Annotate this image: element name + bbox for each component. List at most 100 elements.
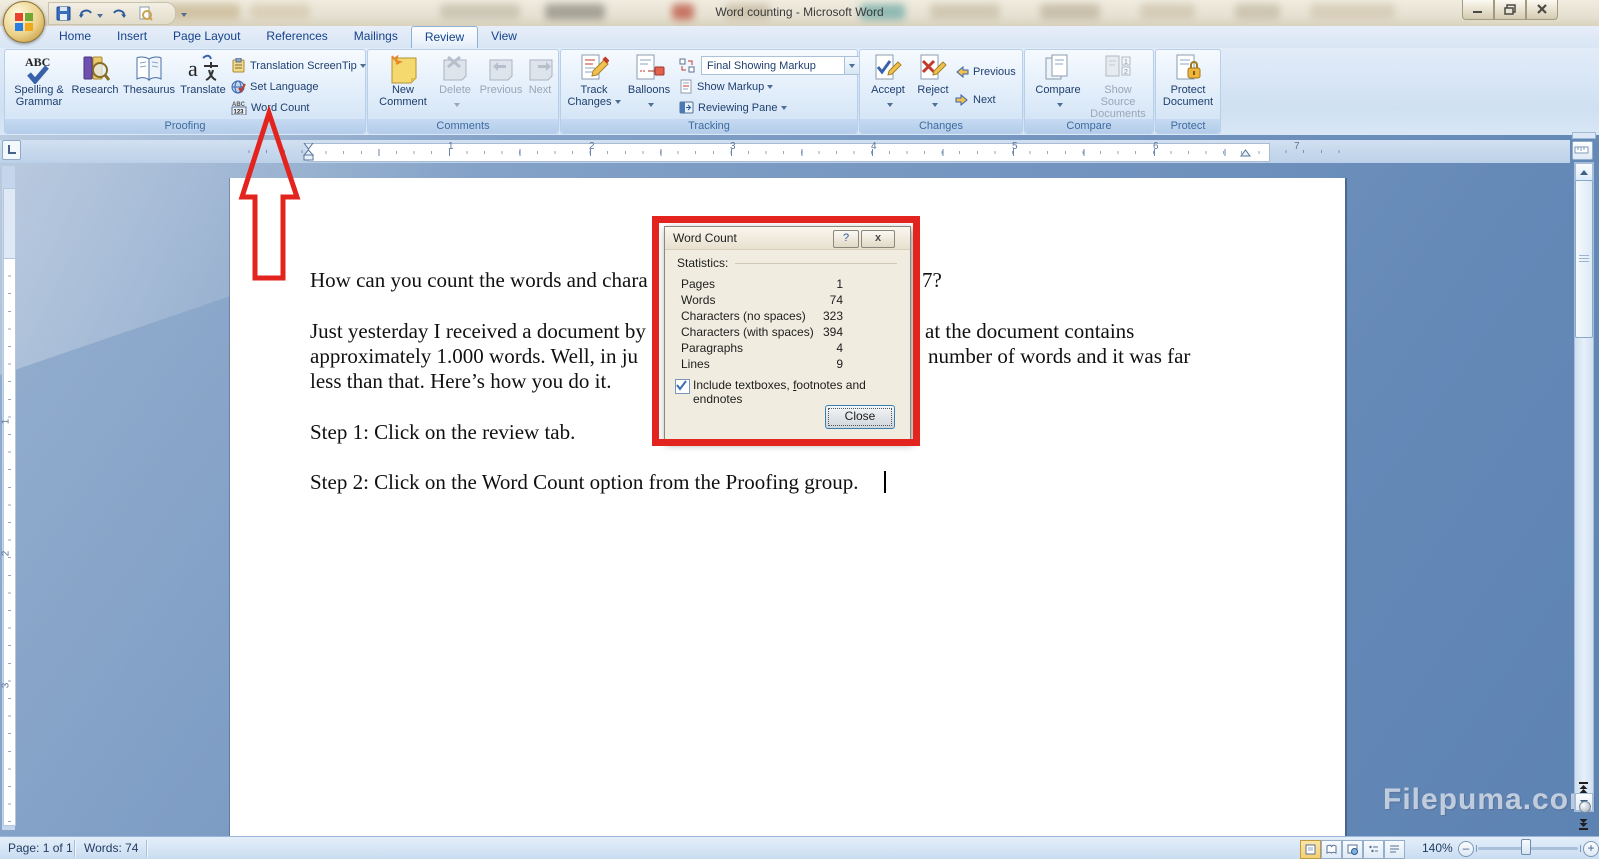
- ruler-toggle-button[interactable]: [1572, 141, 1593, 160]
- print-preview-icon: [139, 6, 153, 21]
- red-arrow-annotation: [238, 105, 301, 281]
- ruler-number: 2: [589, 141, 595, 152]
- ruler-number: 6: [1153, 141, 1159, 152]
- thesaurus-button[interactable]: Thesaurus: [123, 52, 175, 118]
- doc-text-line: Just yesterday I received a document by: [310, 319, 646, 343]
- reviewing-pane-button[interactable]: Reviewing Pane: [679, 98, 787, 117]
- tab-insert[interactable]: Insert: [104, 26, 160, 48]
- zoom-out-button[interactable]: –: [1458, 841, 1474, 857]
- next-comment-icon: [529, 59, 553, 81]
- scrollbar-thumb[interactable]: [1575, 180, 1593, 338]
- next-change-button[interactable]: Next: [955, 90, 996, 109]
- select-browse-object-button[interactable]: [1579, 801, 1591, 813]
- translate-button[interactable]: a Translate: [177, 52, 229, 118]
- previous-comment-button[interactable]: Previous: [478, 52, 524, 118]
- office-button[interactable]: [3, 1, 45, 43]
- web-layout-view-button[interactable]: [1342, 840, 1363, 859]
- watermark: Filepuma.com: [1383, 783, 1597, 816]
- outline-view-button[interactable]: [1363, 840, 1384, 859]
- svg-text:a: a: [188, 56, 198, 81]
- tab-review[interactable]: Review: [410, 26, 479, 49]
- doc-text-line: less than that. Here’s how you do it.: [310, 369, 612, 393]
- research-button[interactable]: Research: [69, 52, 121, 118]
- balloons-button[interactable]: Balloons: [623, 52, 675, 118]
- tab-stop-icon: [8, 145, 16, 154]
- tab-mailings[interactable]: Mailings: [341, 26, 411, 48]
- ruler-number: 3: [0, 682, 12, 689]
- ruler-right-margin: [1269, 148, 1345, 155]
- chevron-down-icon: [780, 105, 787, 110]
- show-markup-button[interactable]: Show Markup: [679, 77, 774, 96]
- chevron-down-icon: [1056, 102, 1063, 107]
- doc-text-line: How can you count the words and chara: [310, 268, 648, 292]
- text-caret: [884, 471, 886, 493]
- balloons-icon: [636, 54, 665, 80]
- chevron-down-icon: [767, 84, 774, 89]
- split-handle[interactable]: [1572, 132, 1596, 139]
- vertical-ruler[interactable]: 1 2 3: [0, 166, 16, 830]
- tab-view[interactable]: View: [478, 26, 530, 48]
- track-changes-icon: [581, 54, 609, 80]
- spelling-grammar-button[interactable]: ABC Spelling & Grammar: [9, 52, 69, 118]
- qat-customize-button[interactable]: [178, 6, 187, 24]
- new-comment-button[interactable]: New Comment: [374, 52, 432, 118]
- translation-screentip-button[interactable]: Translation ScreenTip: [231, 56, 366, 75]
- zoom-level[interactable]: 140%: [1422, 841, 1453, 855]
- zoom-in-button[interactable]: +: [1583, 841, 1599, 857]
- redo-icon: [113, 9, 126, 18]
- next-page-button[interactable]: [1576, 817, 1591, 831]
- tab-selector[interactable]: [2, 140, 21, 160]
- delete-comment-button[interactable]: Delete: [434, 52, 476, 118]
- print-preview-button[interactable]: [135, 6, 155, 22]
- office-logo-icon: [15, 13, 33, 31]
- redo-button[interactable]: [109, 6, 129, 22]
- display-for-review-combo[interactable]: Final Showing Markup: [701, 56, 860, 75]
- print-layout-view-button[interactable]: [1300, 840, 1321, 859]
- doc-text-line: Step 2: Click on the Word Count option f…: [310, 470, 859, 494]
- tab-references[interactable]: References: [253, 26, 340, 48]
- translation-screentip-icon: [232, 58, 245, 73]
- page-indicator[interactable]: Page: 1 of 1: [8, 841, 73, 855]
- vertical-scrollbar[interactable]: [1574, 162, 1594, 812]
- view-switcher: [1300, 840, 1405, 859]
- group-compare: Compare 1 2 Show Source Documents Compar…: [1024, 49, 1154, 134]
- set-language-button[interactable]: Set Language: [231, 77, 319, 96]
- compare-button[interactable]: Compare: [1031, 52, 1085, 118]
- show-source-documents-icon: 1 2: [1105, 55, 1131, 77]
- right-indent-marker[interactable]: [1240, 149, 1251, 157]
- undo-button[interactable]: [77, 6, 103, 22]
- thumb-grip: [1579, 255, 1589, 256]
- show-source-documents-button[interactable]: 1 2 Show Source Documents: [1087, 52, 1149, 129]
- minimize-button[interactable]: [1462, 0, 1494, 20]
- chevron-down-icon: [453, 102, 460, 107]
- previous-change-icon: [956, 65, 969, 78]
- close-button[interactable]: [1526, 0, 1558, 20]
- scroll-up-button[interactable]: [1575, 163, 1593, 181]
- zoom-slider-thumb[interactable]: [1521, 839, 1531, 855]
- svg-text:2: 2: [1124, 69, 1128, 76]
- protect-document-button[interactable]: Protect Document: [1161, 52, 1215, 118]
- word-count-indicator[interactable]: Words: 74: [84, 841, 138, 855]
- display-for-review-icon: [679, 58, 695, 73]
- draft-view-button[interactable]: [1384, 840, 1405, 859]
- previous-page-button[interactable]: [1576, 781, 1591, 795]
- ruler-number: 1: [448, 141, 454, 152]
- reject-icon: [920, 54, 947, 80]
- tab-home[interactable]: Home: [46, 26, 104, 48]
- undo-icon: [78, 9, 92, 18]
- restore-button[interactable]: [1494, 0, 1526, 20]
- thesaurus-icon: [136, 56, 162, 82]
- save-button[interactable]: [53, 6, 73, 22]
- group-protect: Protect Document Protect: [1155, 49, 1221, 134]
- previous-change-button[interactable]: Previous: [955, 62, 1016, 81]
- full-screen-reading-view-button[interactable]: [1321, 840, 1342, 859]
- accept-button[interactable]: Accept: [865, 52, 911, 118]
- next-change-icon: [955, 93, 968, 106]
- next-comment-button[interactable]: Next: [526, 52, 554, 118]
- display-for-review-row: [679, 56, 699, 75]
- chevron-down-icon: [886, 102, 893, 107]
- track-changes-button[interactable]: Track Changes: [567, 52, 621, 118]
- reject-button[interactable]: Reject: [913, 52, 953, 118]
- tab-page-layout[interactable]: Page Layout: [160, 26, 253, 48]
- group-tracking: Track Changes Balloons Final Showing Mar…: [560, 49, 860, 134]
